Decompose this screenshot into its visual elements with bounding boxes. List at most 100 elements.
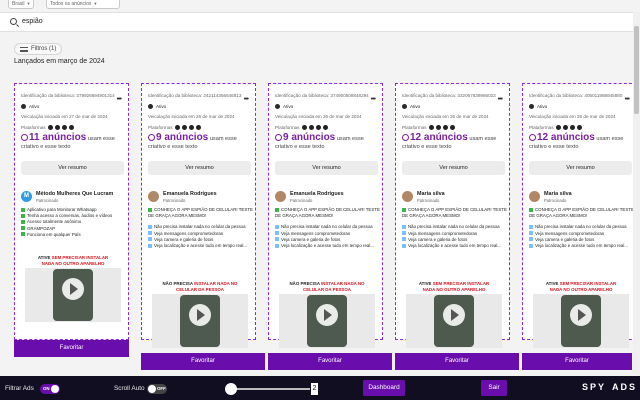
- platforms: Plataformas: [529, 125, 582, 130]
- country-select[interactable]: Brasil ▼: [8, 0, 34, 9]
- view-summary-button[interactable]: Ver resumo: [529, 161, 632, 175]
- ad-headline-text: CONHEÇA O APP ESPIÃO DE CELULAR! TESTE D…: [275, 207, 380, 219]
- messenger-icon: [449, 125, 455, 130]
- video-caption: ATIVE SEM PRECISAR INSTALAR NADA NO OUTRO…: [25, 254, 121, 268]
- ad-category-select[interactable]: Todos os anúncios ▼: [46, 0, 120, 9]
- ad-video-thumbnail[interactable]: NÃO PRECISA INSTALAR NADA NO CELULAR DA P…: [279, 280, 375, 348]
- status-badge: Ativo: [148, 104, 166, 109]
- ad-body-line-text: Não precisa instalar nada no celular da …: [535, 224, 627, 230]
- library-id: Identificação da biblioteca: 40501198894…: [529, 93, 623, 98]
- filters-button[interactable]: Filtros (1): [14, 43, 63, 55]
- scroll-auto-toggle[interactable]: OFF: [147, 384, 167, 394]
- page-scrollbar[interactable]: [633, 12, 640, 374]
- audience-network-icon: [188, 125, 194, 130]
- more-options-icon[interactable]: •••: [371, 96, 376, 103]
- ad-body-line-text: Veja mensagens comprometedoras: [535, 230, 605, 236]
- caption-text-a: ATIVE: [37, 255, 52, 260]
- advertiser-avatar: M: [21, 191, 32, 202]
- toggle-knob: [148, 385, 156, 393]
- speed-slider[interactable]: [225, 383, 310, 395]
- slider-knob[interactable]: [225, 383, 237, 395]
- bullet-icon: [402, 231, 406, 236]
- ad-category-value: Todos os anúncios: [50, 1, 92, 7]
- more-options-icon[interactable]: •••: [244, 96, 249, 103]
- bullet-icon: [275, 224, 279, 229]
- dashboard-button[interactable]: Dashboard: [363, 380, 405, 396]
- more-options-icon[interactable]: •••: [117, 96, 122, 103]
- ad-headline-text: CONHEÇA O APP ESPIÃO DE CELULAR! TESTE D…: [402, 207, 507, 219]
- launched-heading: Lançados em março de 2024: [14, 58, 105, 65]
- start-date: Veiculação iniciada em 27 de mar de 2024: [21, 114, 108, 119]
- scroll-auto-toggle-state: OFF: [157, 386, 166, 391]
- status-text: Ativo: [283, 104, 294, 109]
- platforms-label: Plataformas: [21, 125, 46, 130]
- advertiser-name[interactable]: Maria silva: [544, 191, 572, 197]
- ad-video-thumbnail[interactable]: ATIVE SEM PRECISAR INSTALAR NADA NO OUTRO…: [406, 280, 502, 348]
- bullet-icon: [529, 243, 533, 248]
- bullet-icon: [529, 224, 533, 229]
- active-dot-icon: [148, 104, 153, 109]
- favorite-button[interactable]: Favoritar: [522, 353, 632, 370]
- favorite-button[interactable]: Favoritar: [268, 353, 392, 370]
- messenger-icon: [68, 125, 74, 130]
- advertiser-avatar: [529, 191, 540, 202]
- view-summary-button[interactable]: Ver resumo: [402, 161, 505, 175]
- facebook-icon: [47, 125, 53, 130]
- filter-ads-label: Filtrar Ads: [5, 385, 34, 392]
- play-icon[interactable]: [443, 304, 465, 326]
- scrollbar-thumb[interactable]: [634, 26, 639, 114]
- exit-button[interactable]: Sair: [481, 380, 507, 396]
- active-dot-icon: [275, 104, 280, 109]
- video-caption: ATIVE SEM PRECISAR INSTALAR NADA NO OUTRO…: [533, 280, 629, 294]
- messenger-icon: [322, 125, 328, 130]
- check-icon: [402, 207, 406, 212]
- bullet-icon: [148, 231, 152, 236]
- favorite-button[interactable]: Favoritar: [395, 353, 519, 370]
- play-icon[interactable]: [316, 304, 338, 326]
- ad-count-value: 12 anúncios: [410, 132, 468, 143]
- more-options-icon[interactable]: •••: [498, 96, 503, 103]
- advertiser-avatar: [275, 191, 286, 202]
- caption-text-a: ATIVE: [418, 281, 433, 286]
- advertiser-name[interactable]: Emanuela Rodrigues: [163, 191, 217, 197]
- ad-video-thumbnail[interactable]: ATIVE SEM PRECISAR INSTALAR NADA NO OUTRO…: [25, 254, 121, 322]
- active-dot-icon: [529, 104, 534, 109]
- more-options-icon[interactable]: •••: [625, 96, 630, 103]
- caption-text-a: NÃO PRECISA: [162, 281, 195, 286]
- status-text: Ativo: [29, 104, 40, 109]
- view-summary-button[interactable]: Ver resumo: [275, 161, 378, 175]
- play-icon[interactable]: [189, 304, 211, 326]
- slider-value: 2: [311, 383, 318, 395]
- ad-headline: CONHEÇA O APP ESPIÃO DE CELULAR! TESTE D…: [275, 207, 381, 219]
- play-icon[interactable]: [62, 278, 84, 300]
- search-input[interactable]: espião: [22, 18, 43, 25]
- caption-text-a: ATIVE: [545, 281, 560, 286]
- ad-video-thumbnail[interactable]: ATIVE SEM PRECISAR INSTALAR NADA NO OUTRO…: [533, 280, 629, 348]
- play-icon[interactable]: [570, 304, 592, 326]
- ad-body-line-text: Veja camera e galeria de fotos: [535, 236, 595, 242]
- search-bar[interactable]: espião: [0, 12, 640, 32]
- advertiser-name[interactable]: Método Mulheres Que Lucram: [36, 191, 113, 197]
- ad-video-thumbnail[interactable]: NÃO PRECISA INSTALAR NADA NO CELULAR DA P…: [152, 280, 248, 348]
- ad-count: 9 anúncios usam esse criativo e esse tex…: [275, 133, 379, 151]
- advertiser-name[interactable]: Emanuela Rodrigues: [290, 191, 344, 197]
- audience-network-icon: [569, 125, 575, 130]
- filter-ads-toggle[interactable]: ON: [40, 384, 60, 394]
- search-icon: [10, 18, 17, 25]
- view-summary-button[interactable]: Ver resumo: [148, 161, 251, 175]
- active-dot-icon: [402, 104, 407, 109]
- bullet-icon: [529, 237, 533, 242]
- favorite-button[interactable]: Favoritar: [141, 353, 265, 370]
- ad-body-line: Veja localização e acesse tudo em tempo …: [402, 243, 508, 249]
- ad-count-value: 12 anúncios: [537, 132, 595, 143]
- ad-body-line-text: Acesso totalmente anônimo: [27, 219, 82, 225]
- view-summary-button[interactable]: Ver resumo: [21, 161, 124, 175]
- ad-body-line-text: Veja camera e galeria de fotos: [281, 236, 341, 242]
- instagram-icon: [435, 125, 441, 130]
- count-ring-icon: [529, 134, 536, 141]
- sponsored-label: Patrocinado: [544, 198, 567, 203]
- advertiser-name[interactable]: Maria silva: [417, 191, 445, 197]
- favorite-button[interactable]: Favoritar: [14, 340, 129, 357]
- bullet-icon: [148, 237, 152, 242]
- check-icon: [21, 207, 25, 212]
